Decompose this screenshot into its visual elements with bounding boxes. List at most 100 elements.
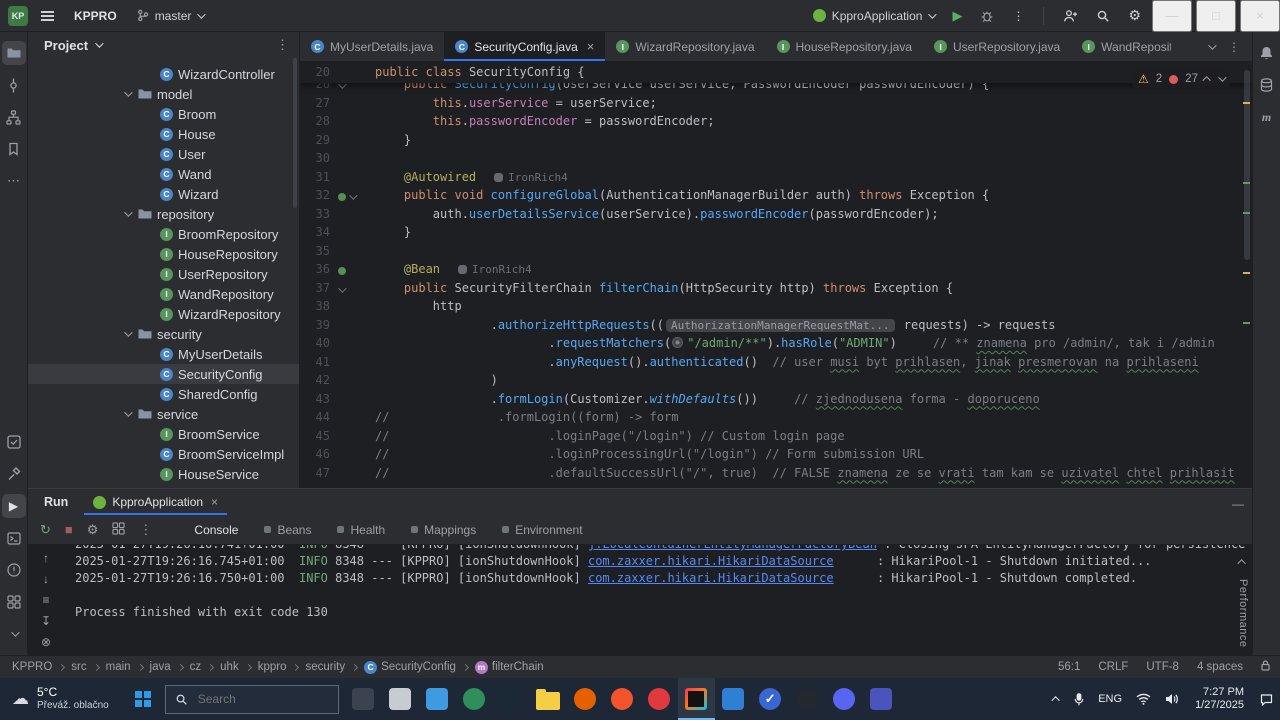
stripe-item-run[interactable]: ▶ bbox=[1, 494, 26, 518]
breadcrumb-security[interactable]: security bbox=[303, 661, 347, 673]
maximize-button[interactable]: □ bbox=[1196, 0, 1236, 32]
fold-icon[interactable] bbox=[338, 284, 347, 293]
lock-icon[interactable] bbox=[1261, 660, 1270, 674]
clear-console-icon[interactable]: ⊗ bbox=[41, 635, 51, 649]
layout-settings-icon[interactable] bbox=[112, 521, 126, 538]
taskbar-app-photos-app[interactable] bbox=[715, 678, 752, 720]
scroll-to-end-icon[interactable]: ↧ bbox=[41, 614, 51, 628]
expand-chevron-icon[interactable] bbox=[124, 328, 133, 337]
clock-widget[interactable]: 7:27 PM 1/27/2025 bbox=[1186, 686, 1253, 712]
stripe-item-project[interactable] bbox=[1, 41, 26, 65]
code-line-38[interactable]: 38 http bbox=[300, 299, 1252, 318]
taskbar-app-firefox[interactable] bbox=[567, 678, 604, 720]
tree-item-wizard[interactable]: C Wizard bbox=[28, 184, 299, 204]
taskbar-app-opera[interactable] bbox=[641, 678, 678, 720]
code-line-43[interactable]: 43 .formLogin(Customizer.withDefaults())… bbox=[300, 392, 1252, 411]
breadcrumb-kppro[interactable]: kppro bbox=[256, 661, 289, 673]
search-input[interactable] bbox=[195, 691, 306, 707]
close-tab-icon[interactable]: × bbox=[587, 39, 595, 54]
breadcrumb-main[interactable]: main bbox=[104, 661, 133, 673]
run-button[interactable]: ▶ bbox=[945, 4, 969, 28]
debug-button[interactable] bbox=[973, 5, 1001, 27]
more-run-actions-button[interactable]: ⋮ bbox=[1005, 5, 1031, 27]
taskbar-app-todo-app[interactable]: ✓ bbox=[752, 678, 789, 720]
tree-item-model[interactable]: model bbox=[28, 84, 299, 104]
run-view-tab-console[interactable]: Console bbox=[194, 523, 238, 537]
run-view-tab-environment[interactable]: Environment bbox=[502, 523, 583, 537]
status-item-crlf[interactable]: CRLF bbox=[1098, 661, 1128, 673]
run-view-tab-health[interactable]: Health bbox=[337, 523, 385, 537]
tree-item-broom[interactable]: C Broom bbox=[28, 104, 299, 124]
minimize-button[interactable]: — bbox=[1152, 0, 1192, 32]
expand-chevron-icon[interactable] bbox=[124, 408, 133, 417]
taskbar-search[interactable] bbox=[164, 684, 339, 714]
project-widget[interactable]: KPPRO bbox=[67, 5, 124, 27]
code-line-35[interactable]: 35 bbox=[300, 244, 1252, 263]
previous-problem-icon[interactable] bbox=[1202, 76, 1211, 85]
stop-icon[interactable]: ■ bbox=[65, 522, 73, 537]
breadcrumb-cz[interactable]: cz bbox=[188, 661, 204, 673]
taskbar-app-intellij-idea[interactable] bbox=[677, 678, 715, 720]
breadcrumb-kppro[interactable]: KPPRO bbox=[10, 661, 54, 673]
code-line-33[interactable]: 33 auth.userDetailsService(userService).… bbox=[300, 207, 1252, 226]
tree-item-service[interactable]: service bbox=[28, 404, 299, 424]
tree-item-security[interactable]: security bbox=[28, 324, 299, 344]
code-line-39[interactable]: 39 .authorizeHttpRequests((Authorization… bbox=[300, 318, 1252, 337]
code-line-47[interactable]: 47// .defaultSuccessUrl("/", true) // FA… bbox=[300, 466, 1252, 485]
code-line-37[interactable]: 37 public SecurityFilterChain filterChai… bbox=[300, 281, 1252, 300]
taskbar-app-steam[interactable] bbox=[493, 678, 530, 720]
tab-securityconfig.java[interactable]: C SecurityConfig.java × bbox=[444, 32, 606, 61]
tree-item-broomservice[interactable]: I BroomService bbox=[28, 424, 299, 444]
taskbar-app-recorder-app[interactable] bbox=[456, 678, 493, 720]
code-line-46[interactable]: 46// .loginProcessingUrl("/login") // Fo… bbox=[300, 447, 1252, 466]
tab-wizardrepository.java[interactable]: I WizardRepository.java bbox=[605, 32, 765, 61]
hidden-tabs-icon[interactable] bbox=[1208, 40, 1217, 50]
taskbar-app-github-desktop[interactable] bbox=[789, 678, 826, 720]
code-line-42[interactable]: 42 ) bbox=[300, 373, 1252, 392]
taskbar-app-discord[interactable] bbox=[826, 678, 863, 720]
tree-item-broomrepository[interactable]: I BroomRepository bbox=[28, 224, 299, 244]
code-line-34[interactable]: 34 } bbox=[300, 225, 1252, 244]
rerun-icon[interactable]: ↻ bbox=[40, 522, 51, 538]
tree-item-user[interactable]: C User bbox=[28, 144, 299, 164]
stripe-item-build[interactable] bbox=[2, 462, 26, 486]
tab-wandrepository.java[interactable]: I WandRepository.java bbox=[1071, 32, 1171, 61]
next-problem-icon[interactable] bbox=[1218, 73, 1227, 82]
stripe-item-notifications[interactable] bbox=[1255, 41, 1279, 65]
code-line-32[interactable]: 32 public void configureGlobal(Authentic… bbox=[300, 188, 1252, 207]
status-item-utf-8[interactable]: UTF-8 bbox=[1146, 661, 1179, 673]
code-line-27[interactable]: 27 this.userService = userService; bbox=[300, 96, 1252, 115]
code-author-hint[interactable]: IronRich4 bbox=[476, 171, 568, 184]
run-configuration-widget[interactable]: KpproApplication bbox=[806, 5, 942, 27]
tree-item-securityconfig[interactable]: C SecurityConfig bbox=[28, 364, 299, 384]
stripe-item-terminal[interactable] bbox=[2, 526, 26, 550]
volume-icon[interactable] bbox=[1158, 678, 1186, 720]
run-view-tab-beans[interactable]: Beans bbox=[264, 523, 311, 537]
tab-myuserdetails.java[interactable]: C MyUserDetails.java bbox=[300, 32, 444, 61]
breadcrumb-filterchain[interactable]: m filterChain bbox=[473, 660, 546, 674]
code-line-36[interactable]: 36 @Bean IronRich4 bbox=[300, 262, 1252, 281]
code-line-28[interactable]: 28 this.passwordEncoder = passwordEncode… bbox=[300, 114, 1252, 133]
tree-item-repository[interactable]: repository bbox=[28, 204, 299, 224]
stripe-item-services[interactable] bbox=[2, 590, 26, 614]
stripe-item-database[interactable] bbox=[1255, 73, 1279, 97]
tree-item-userrepository[interactable]: I UserRepository bbox=[28, 264, 299, 284]
kebab-icon[interactable]: ⋮ bbox=[139, 522, 152, 538]
action-center-icon[interactable] bbox=[1253, 678, 1280, 720]
code-line-45[interactable]: 45// .loginPage("/login") // Custom logi… bbox=[300, 429, 1252, 448]
code-lines[interactable]: 26 public SecurityConfig(UserService use… bbox=[300, 77, 1252, 484]
console-output[interactable]: 2025-01-27T19:26:16.741+01:00 INFO 8348 … bbox=[64, 545, 1252, 655]
language-indicator[interactable]: ENG bbox=[1091, 678, 1129, 720]
bean-gutter-icon[interactable] bbox=[338, 267, 346, 276]
tab-options-icon[interactable]: ⋮ bbox=[1228, 40, 1240, 54]
stripe-item-commit[interactable] bbox=[2, 73, 26, 97]
code-line-44[interactable]: 44// .formLogin((form) -> form bbox=[300, 410, 1252, 429]
taskbar-app-teams[interactable] bbox=[863, 678, 900, 720]
taskbar-app-camera-app[interactable] bbox=[382, 678, 419, 720]
code-with-me-button[interactable] bbox=[1056, 5, 1085, 27]
code-line-31[interactable]: 31 @Autowired IronRich4 bbox=[300, 170, 1252, 189]
tree-item-broomserviceimpl[interactable]: C BroomServiceImpl bbox=[28, 444, 299, 464]
show-hidden-icons[interactable] bbox=[1047, 678, 1067, 720]
weather-widget[interactable]: ☁ 5°C Převáž. oblačno bbox=[0, 678, 121, 720]
tree-item-wand[interactable]: C Wand bbox=[28, 164, 299, 184]
